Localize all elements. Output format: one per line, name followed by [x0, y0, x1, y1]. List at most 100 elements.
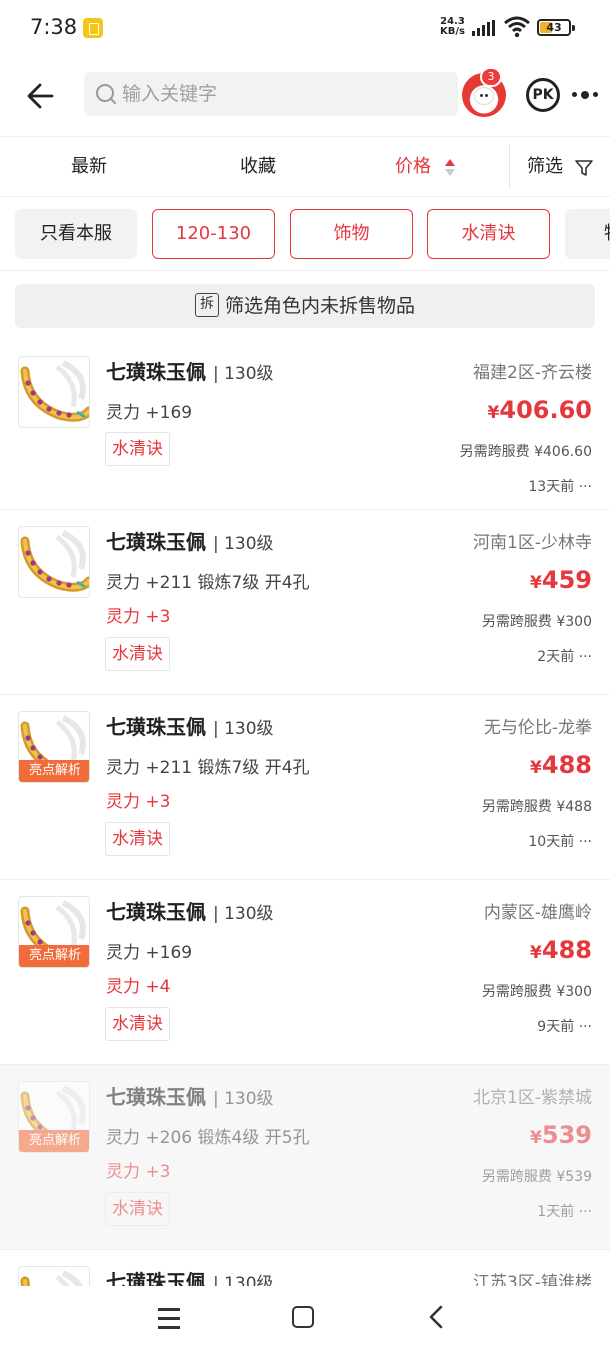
chip-school[interactable]: 水清诀: [427, 209, 550, 259]
item-list: 七璜珠玉佩 | 130级 福建2区-齐云楼灵力 +169 水清诀 ¥406.60 另需跨…: [0, 340, 610, 1286]
chip-more[interactable]: 物: [565, 209, 610, 259]
item-level-text: 130级: [224, 1274, 274, 1286]
listing-card[interactable]: 七璜珠玉佩 | 130级 福建2区-齐云楼 灵力 +169 水清诀 ¥406.60 另需跨…: [0, 340, 610, 510]
notification-badge: 3: [480, 67, 502, 87]
item-server: 河南1区-少林寺: [473, 533, 592, 553]
tab-favorites[interactable]: 收藏: [240, 137, 276, 197]
item-server: 内蒙区-雄鹰岭: [483, 903, 592, 923]
search-box[interactable]: [84, 72, 458, 116]
currency-symbol: ¥: [487, 403, 500, 423]
item-thumbnail[interactable]: [18, 1266, 90, 1286]
chip-accessory[interactable]: 饰物: [290, 209, 413, 259]
item-level-text: 130级: [224, 904, 274, 924]
item-price-value: 488: [541, 751, 592, 779]
filter-chips: 只看本服 120-130 饰物 水清诀 物: [0, 197, 610, 271]
listing-card[interactable]: 七璜珠玉佩 | 130级 河南1区-少林寺灵力 +211 锻炼7级 开4孔 灵力 +…: [0, 510, 610, 695]
item-level-text: 130级: [224, 1089, 274, 1109]
back-arrow-icon[interactable]: [22, 76, 62, 116]
listing-time[interactable]: 1天前 ···: [537, 1201, 592, 1221]
item-level: | 130级: [212, 1089, 274, 1109]
item-attributes: 灵力 +211 锻炼7级 开4孔: [106, 758, 310, 778]
item-level-text: 130级: [224, 534, 274, 554]
item-price: ¥488: [530, 751, 592, 779]
listing-time[interactable]: 9天前 ···: [537, 1016, 592, 1036]
listing-card[interactable]: 亮点解析 七璜珠玉佩 | 130级 内蒙区-雄鹰岭 灵力 +169 灵力 +4 水清诀 ¥4…: [0, 880, 610, 1065]
item-name-text: 七璜珠玉佩: [106, 1085, 206, 1109]
item-server: 福建2区-齐云楼: [473, 363, 592, 383]
signal-icon: [472, 20, 496, 36]
item-name: 七璜珠玉佩 | 130级: [106, 896, 274, 925]
banner-text: 筛选角色内未拆售物品: [224, 295, 415, 317]
home-icon[interactable]: [292, 1306, 314, 1328]
filter-funnel-icon[interactable]: [575, 159, 593, 177]
item-thumbnail[interactable]: [18, 526, 90, 598]
listing-time[interactable]: 2天前 ···: [537, 646, 592, 666]
item-name-text: 七璜珠玉佩: [106, 1270, 206, 1286]
chip-level-range[interactable]: 120-130: [152, 209, 275, 259]
item-thumbnail[interactable]: 亮点解析: [18, 1081, 90, 1153]
listing-time[interactable]: 13天前 ···: [528, 476, 592, 496]
item-name: 七璜珠玉佩 | 130级: [106, 356, 274, 385]
item-level-text: 130级: [224, 719, 274, 739]
item-attributes: 灵力 +211 锻炼7级 开4孔: [106, 573, 310, 593]
item-school-tag: 水清诀: [105, 822, 170, 856]
item-bonus: 灵力 +3: [106, 607, 171, 627]
recent-apps-icon[interactable]: [158, 1308, 182, 1330]
item-thumbnail[interactable]: 亮点解析: [18, 711, 90, 783]
item-name: 七璜珠玉佩 | 130级: [106, 1081, 274, 1110]
item-level: | 130级: [212, 719, 274, 739]
listing-card[interactable]: 亮点解析 七璜珠玉佩 | 130级 无与伦比-龙拳 灵力 +211 锻炼7级 开4孔灵…: [0, 695, 610, 880]
item-level: | 130级: [212, 904, 274, 924]
item-price-value: 539: [541, 1121, 592, 1149]
split-icon: 拆: [194, 292, 219, 317]
network-speed: 24.3 KB/s: [440, 17, 465, 37]
highlight-badge[interactable]: 亮点解析: [19, 1130, 89, 1152]
item-level: | 130级: [213, 1274, 274, 1286]
item-level: | 130级: [212, 534, 274, 554]
listing-card[interactable]: 亮点解析 七璜珠玉佩 | 130级 北京1区-紫禁城灵力 +206 锻炼4级 开5孔…: [0, 1065, 610, 1250]
currency-symbol: ¥: [530, 943, 542, 963]
item-name: 七璜珠玉佩 | 130级: [106, 1266, 274, 1286]
item-bonus: 灵力 +4: [106, 977, 171, 997]
item-level-text: 130级: [224, 364, 274, 384]
item-price-value: 406.60: [499, 396, 592, 424]
item-thumbnail[interactable]: 亮点解析: [18, 896, 90, 968]
nav-back-icon[interactable]: [424, 1304, 450, 1330]
pk-compare-icon[interactable]: PK: [526, 78, 560, 112]
network-speed-unit: KB/s: [440, 26, 465, 37]
item-name-text: 七璜珠玉佩: [106, 900, 206, 924]
item-school-tag: 水清诀: [105, 1007, 170, 1041]
item-price: ¥406.60: [488, 396, 592, 424]
search-input[interactable]: [122, 72, 442, 116]
listing-card[interactable]: 七璜珠玉佩 | 130级 江苏3区-镇淮楼: [0, 1250, 610, 1286]
cross-server-fee: 另需跨服费 ¥300: [481, 614, 592, 630]
tab-price[interactable]: 价格: [395, 137, 431, 197]
cross-server-fee: 另需跨服费 ¥406.60: [459, 444, 592, 460]
item-name-text: 七璜珠玉佩: [106, 530, 206, 554]
item-server: 江苏3区-镇淮楼: [473, 1273, 592, 1286]
battery-level: 43: [546, 21, 562, 34]
status-time: 7:38: [30, 15, 78, 39]
tab-latest[interactable]: 最新: [71, 137, 107, 197]
listing-time[interactable]: 10天前 ···: [528, 831, 592, 851]
item-attributes: 灵力 +169: [106, 403, 193, 423]
item-price: ¥488: [530, 936, 592, 964]
item-name: 七璜珠玉佩 | 130级: [106, 711, 274, 740]
search-header: 3 PK: [0, 56, 610, 136]
highlight-badge[interactable]: 亮点解析: [19, 760, 89, 782]
tab-filter[interactable]: 筛选: [527, 137, 563, 197]
item-school-tag: 水清诀: [105, 1192, 170, 1226]
chip-this-server[interactable]: 只看本服: [15, 209, 137, 259]
unsplit-filter-banner[interactable]: 拆筛选角色内未拆售物品: [15, 284, 595, 328]
item-price-value: 488: [541, 936, 592, 964]
cross-server-fee: 另需跨服费 ¥488: [481, 799, 592, 815]
item-attributes: 灵力 +206 锻炼4级 开5孔: [106, 1128, 310, 1148]
highlight-badge[interactable]: 亮点解析: [19, 945, 89, 967]
sort-direction-icon[interactable]: [445, 159, 455, 177]
item-level: | 130级: [212, 364, 274, 384]
item-server: 北京1区-紫禁城: [473, 1088, 592, 1108]
item-thumbnail[interactable]: [18, 356, 90, 428]
more-options-icon[interactable]: [572, 90, 606, 100]
item-name: 七璜珠玉佩 | 130级: [106, 526, 274, 555]
app-notification-icon: [83, 18, 103, 38]
